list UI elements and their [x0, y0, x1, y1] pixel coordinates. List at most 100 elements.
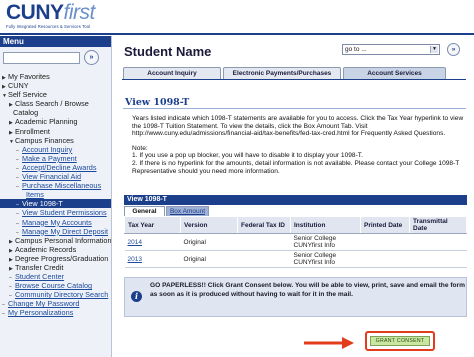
menu-item-view-financial-aid[interactable]: – View Financial Aid: [0, 172, 111, 181]
arrow-right-icon: [304, 337, 354, 349]
tab-divider: [122, 79, 466, 80]
menu-item-manage-my-direct-deposit[interactable]: – Manage My Direct Deposit: [0, 227, 111, 236]
menu-item-label: CUNY: [8, 81, 29, 91]
menu-item-label: Account Inquiry: [22, 144, 73, 154]
goto-select[interactable]: go to ... ▼: [342, 44, 440, 55]
menu-search: »: [0, 47, 111, 71]
version-cell: Original: [180, 233, 238, 251]
tax-form-table: Tax Year Version Federal Tax ID Institut…: [124, 216, 467, 268]
menu-item-label: Class Search / Browse: [15, 99, 89, 109]
menu-item-my-personalizations[interactable]: – My Personalizations: [0, 308, 111, 317]
paperless-notice: i GO PAPERLESS!! Click Grant Consent bel…: [124, 277, 467, 317]
logo-part-first: first: [63, 1, 96, 24]
federal-tax-id-cell: [237, 250, 291, 268]
logo-tagline: Fully Integrated Resources & Services To…: [6, 24, 91, 29]
tax-year-link[interactable]: 2014: [124, 233, 181, 251]
menu-item-self-service[interactable]: ▼Self Service: [0, 90, 111, 99]
menu-item-items[interactable]: Items: [0, 190, 111, 199]
printed-date-cell: [360, 250, 410, 268]
menu-item-account-inquiry[interactable]: – Account Inquiry: [0, 145, 111, 154]
menu-item-community-directory-search[interactable]: – Community Directory Search: [0, 290, 111, 299]
menu-item-label: My Favorites: [8, 72, 50, 81]
grid-title: View 1098-T: [124, 195, 467, 205]
grid-tab-general[interactable]: General: [124, 206, 165, 216]
menu-item-view-1098-t[interactable]: – View 1098-T: [0, 199, 111, 209]
menu-item-label: View Financial Aid: [22, 172, 82, 182]
menu-item-label: Change My Password: [8, 299, 80, 309]
menu-item-manage-my-accounts[interactable]: – Manage My Accounts: [0, 218, 111, 227]
menu-item-label: Campus Personal Information: [15, 235, 111, 245]
menu-item-campus-finances[interactable]: ▼Campus Finances: [0, 136, 111, 145]
tab-account-services[interactable]: Account Services: [343, 67, 446, 79]
menu-item-label: Degree Progress/Graduation: [15, 253, 109, 263]
menu-item-label: Purchase Miscellaneous: [22, 181, 102, 191]
menu-item-enrollment[interactable]: ▶ Enrollment: [0, 127, 111, 136]
menu-item-label: Catalog: [13, 108, 39, 118]
goto-select-value: go to ...: [345, 46, 367, 53]
left-menu: Menu » ▶ My Favorites ▶ CUNY ▼Self Service ▶ C…: [0, 36, 112, 357]
menu-item-label: Student Center: [15, 272, 65, 282]
header-divider: [0, 33, 474, 35]
menu-item-view-student-permissions[interactable]: – View Student Permissions: [0, 208, 111, 217]
menu-item-catalog[interactable]: Catalog: [0, 108, 111, 117]
menu-item-label: Accept/Decline Awards: [22, 162, 97, 172]
title-divider: [123, 108, 466, 109]
col-tax-year: Tax Year: [124, 216, 181, 234]
menu-item-label: My Personalizations: [8, 308, 74, 318]
menu-item-transfer-credit[interactable]: ▶ Transfer Credit: [0, 263, 111, 272]
tab-electronic-payments[interactable]: Electronic Payments/Purchases: [223, 67, 341, 79]
grid-tab-box-amount[interactable]: Box Amount: [166, 206, 209, 216]
col-institution: Institution: [290, 216, 361, 234]
col-transmittal-date: Transmittal Date: [409, 216, 467, 234]
col-printed-date: Printed Date: [360, 216, 410, 234]
menu-item-label: Browse Course Catalog: [15, 281, 93, 291]
tax-year-link[interactable]: 2013: [124, 250, 181, 268]
logo-wordmark: CUNYfirst: [6, 2, 126, 24]
menu-item-academic-records[interactable]: ▶ Academic Records: [0, 245, 111, 254]
col-federal-tax-id: Federal Tax ID: [237, 216, 291, 234]
menu-item-campus-personal-information[interactable]: ▶ Campus Personal Information: [0, 236, 111, 245]
menu-item-label: Community Directory Search: [15, 290, 109, 300]
header: CUNYfirst Fully Integrated Resources & S…: [0, 0, 474, 35]
table-row: 2014 Original Senior College CUNYfirst I…: [124, 233, 467, 251]
grant-consent-button[interactable]: Grant Consent: [370, 336, 430, 346]
menu-item-degree-progress-graduation[interactable]: ▶ Degree Progress/Graduation: [0, 254, 111, 263]
menu-item-accept-decline-awards[interactable]: – Accept/Decline Awards: [0, 163, 111, 172]
menu-item-label: Transfer Credit: [15, 262, 64, 272]
menu-list: ▶ My Favorites ▶ CUNY ▼Self Service ▶ Class Se…: [0, 72, 111, 318]
menu-item-academic-planning[interactable]: ▶ Academic Planning: [0, 117, 111, 126]
cunyfirst-logo[interactable]: CUNYfirst Fully Integrated Resources & S…: [6, 2, 126, 32]
version-cell: Original: [180, 250, 238, 268]
menu-title: Menu: [0, 36, 111, 47]
grant-consent-highlight: Grant Consent: [365, 331, 435, 351]
paperless-text: GO PAPERLESS!! Click Grant Consent below…: [150, 282, 465, 298]
menu-item-my-favorites[interactable]: ▶ My Favorites: [0, 72, 111, 81]
institution-cell: Senior College CUNYfirst Info: [290, 233, 361, 251]
menu-item-label: View Student Permissions: [22, 208, 107, 218]
menu-item-cuny[interactable]: ▶ CUNY: [0, 81, 111, 90]
menu-item-label: Self Service: [8, 90, 47, 100]
menu-search-input[interactable]: [3, 52, 80, 64]
menu-item-label: Make a Payment: [22, 153, 77, 163]
menu-search-button[interactable]: »: [84, 50, 99, 65]
page-title: View 1098-T: [125, 97, 190, 108]
goto-button[interactable]: »: [447, 43, 460, 56]
menu-item-change-my-password[interactable]: – Change My Password: [0, 299, 111, 308]
menu-item-make-a-payment[interactable]: – Make a Payment: [0, 154, 111, 163]
menu-item-purchase-miscellaneous[interactable]: – Purchase Miscellaneous: [0, 181, 111, 190]
instructions: Years listed indicate which 1098-T state…: [132, 115, 464, 182]
menu-item-label: Manage My Direct Deposit: [22, 226, 108, 236]
menu-item-student-center[interactable]: – Student Center: [0, 272, 111, 281]
menu-item-label: Academic Planning: [15, 117, 78, 127]
menu-item-class-search-browse[interactable]: ▶ Class Search / Browse: [0, 99, 111, 108]
menu-item-browse-course-catalog[interactable]: – Browse Course Catalog: [0, 281, 111, 290]
col-version: Version: [180, 216, 238, 234]
instructions-note: Note: 1. If you use a pop up blocker, yo…: [132, 144, 460, 175]
menu-item-label: Manage My Accounts: [22, 217, 92, 227]
table-row: 2013 Original Senior College CUNYfirst I…: [124, 250, 467, 268]
federal-tax-id-cell: [237, 233, 291, 251]
instructions-paragraph: Years listed indicate which 1098-T state…: [132, 115, 464, 138]
table-header-row: Tax Year Version Federal Tax ID Institut…: [124, 216, 467, 234]
menu-item-label: Enrollment: [15, 126, 50, 136]
tab-account-inquiry[interactable]: Account Inquiry: [123, 67, 221, 79]
